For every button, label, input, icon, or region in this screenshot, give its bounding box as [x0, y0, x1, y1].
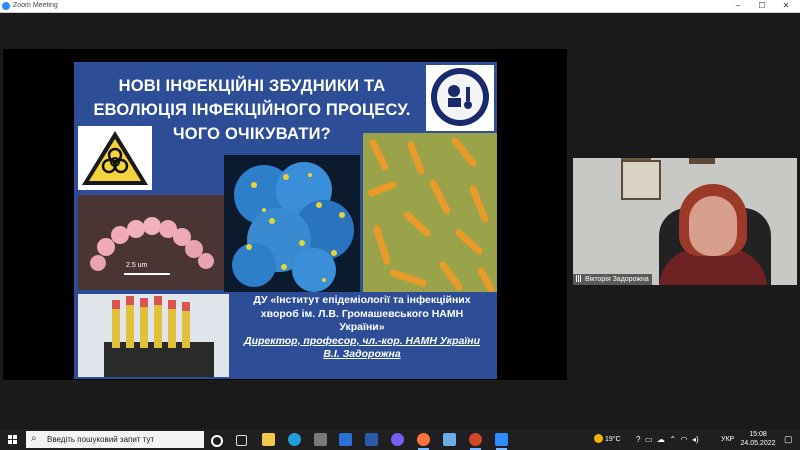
window-title: Zoom Meeting [13, 2, 58, 9]
institute-name-line: ДУ «Інститут епідеміології та інфекційни… [253, 294, 471, 306]
volume-icon[interactable]: ◂) [692, 435, 699, 444]
scale-bar-label: 2.5 um [126, 262, 148, 269]
powerpoint-icon[interactable] [469, 433, 482, 450]
show-hidden-icon[interactable]: ⌃ [669, 435, 676, 444]
onedrive-icon[interactable]: ☁ [657, 435, 665, 444]
wall-frame [621, 160, 661, 200]
biohazard-icon [78, 126, 152, 190]
search-icon: ⌕ [31, 433, 37, 444]
participant-face [689, 196, 737, 256]
slide-title-line: НОВІ ІНФЕКЦІЙНІ ЗБУДНИКИ ТА [118, 77, 386, 95]
institute-info: ДУ «Інститут епідеміології та інфекційни… [230, 294, 494, 362]
wall-frame [689, 158, 715, 164]
clock-time: 15:08 [749, 431, 767, 438]
help-icon[interactable]: ? [636, 435, 640, 444]
minimize-button[interactable]: – [730, 0, 746, 12]
windows-start-icon[interactable] [8, 435, 17, 444]
bacteria-micrograph-image [363, 133, 497, 292]
clock-date: 24.05.2022 [740, 439, 776, 447]
participant-name-tag: Вікторія Задорожна [573, 274, 652, 285]
viber-icon[interactable] [391, 433, 404, 446]
zoom-app-icon [2, 2, 10, 10]
edge-icon[interactable] [288, 433, 301, 446]
store-icon[interactable] [314, 433, 327, 446]
taskbar-search-box[interactable]: ⌕ Введіть пошуковий запит тут [26, 431, 204, 448]
zoom-icon[interactable] [495, 433, 508, 450]
scale-bar [124, 273, 170, 275]
maximize-button[interactable]: ☐ [754, 0, 770, 12]
signal-icon [576, 275, 583, 282]
wifi-icon[interactable]: ◠ [681, 435, 688, 444]
taskbar-clock[interactable]: 15:08 24.05.2022 [740, 431, 776, 448]
test-tubes-image [78, 294, 229, 377]
network-icon[interactable]: ▭ [645, 435, 653, 444]
weather-widget[interactable]: 19°C [594, 429, 621, 450]
participant-name: Вікторія Задорожна [585, 276, 649, 283]
window-titlebar: Zoom Meeting – ☐ ✕ [0, 0, 800, 13]
task-view-icon[interactable] [236, 435, 247, 446]
word-icon[interactable] [365, 433, 378, 446]
windows-taskbar: ⌕ Введіть пошуковий запит тут 19°C ? ▭ ☁… [0, 429, 800, 450]
mail-icon[interactable] [339, 433, 352, 446]
system-tray-icons[interactable]: ? ▭ ☁ ⌃ ◠ ◂) [636, 429, 699, 450]
institute-logo-icon [426, 65, 494, 131]
paint-icon[interactable] [443, 433, 456, 446]
slide-title-line: ЕВОЛЮЦІЯ ІНФЕКЦІЙНОГО ПРОЦЕСУ. [93, 101, 411, 119]
institute-name-line: України» [339, 321, 385, 333]
weather-temp: 19°C [604, 436, 621, 443]
director-line: Директор, професор, чл.-кор. НАМН Україн… [244, 334, 480, 347]
input-language[interactable]: УКР [721, 429, 734, 450]
director-line: В.І. Задорожна [323, 348, 401, 360]
streptococcus-image: 2.5 um [78, 195, 226, 290]
sun-icon [594, 434, 603, 443]
search-placeholder: Введіть пошуковий запит тут [47, 435, 155, 444]
file-explorer-icon[interactable] [262, 433, 275, 446]
close-button[interactable]: ✕ [778, 0, 794, 12]
virus-micrograph-image [224, 155, 360, 292]
cortana-icon[interactable] [211, 435, 223, 447]
institute-name-line: хвороб ім. Л.В. Громашевського НАМН [260, 307, 464, 320]
notifications-icon[interactable]: ▢ [784, 429, 793, 450]
participant-video[interactable]: Вікторія Задорожна [573, 158, 797, 285]
firefox-icon[interactable] [417, 433, 430, 450]
presentation-slide: НОВІ ІНФЕКЦІЙНІ ЗБУДНИКИ ТА ЕВОЛЮЦІЯ ІНФ… [74, 62, 497, 379]
